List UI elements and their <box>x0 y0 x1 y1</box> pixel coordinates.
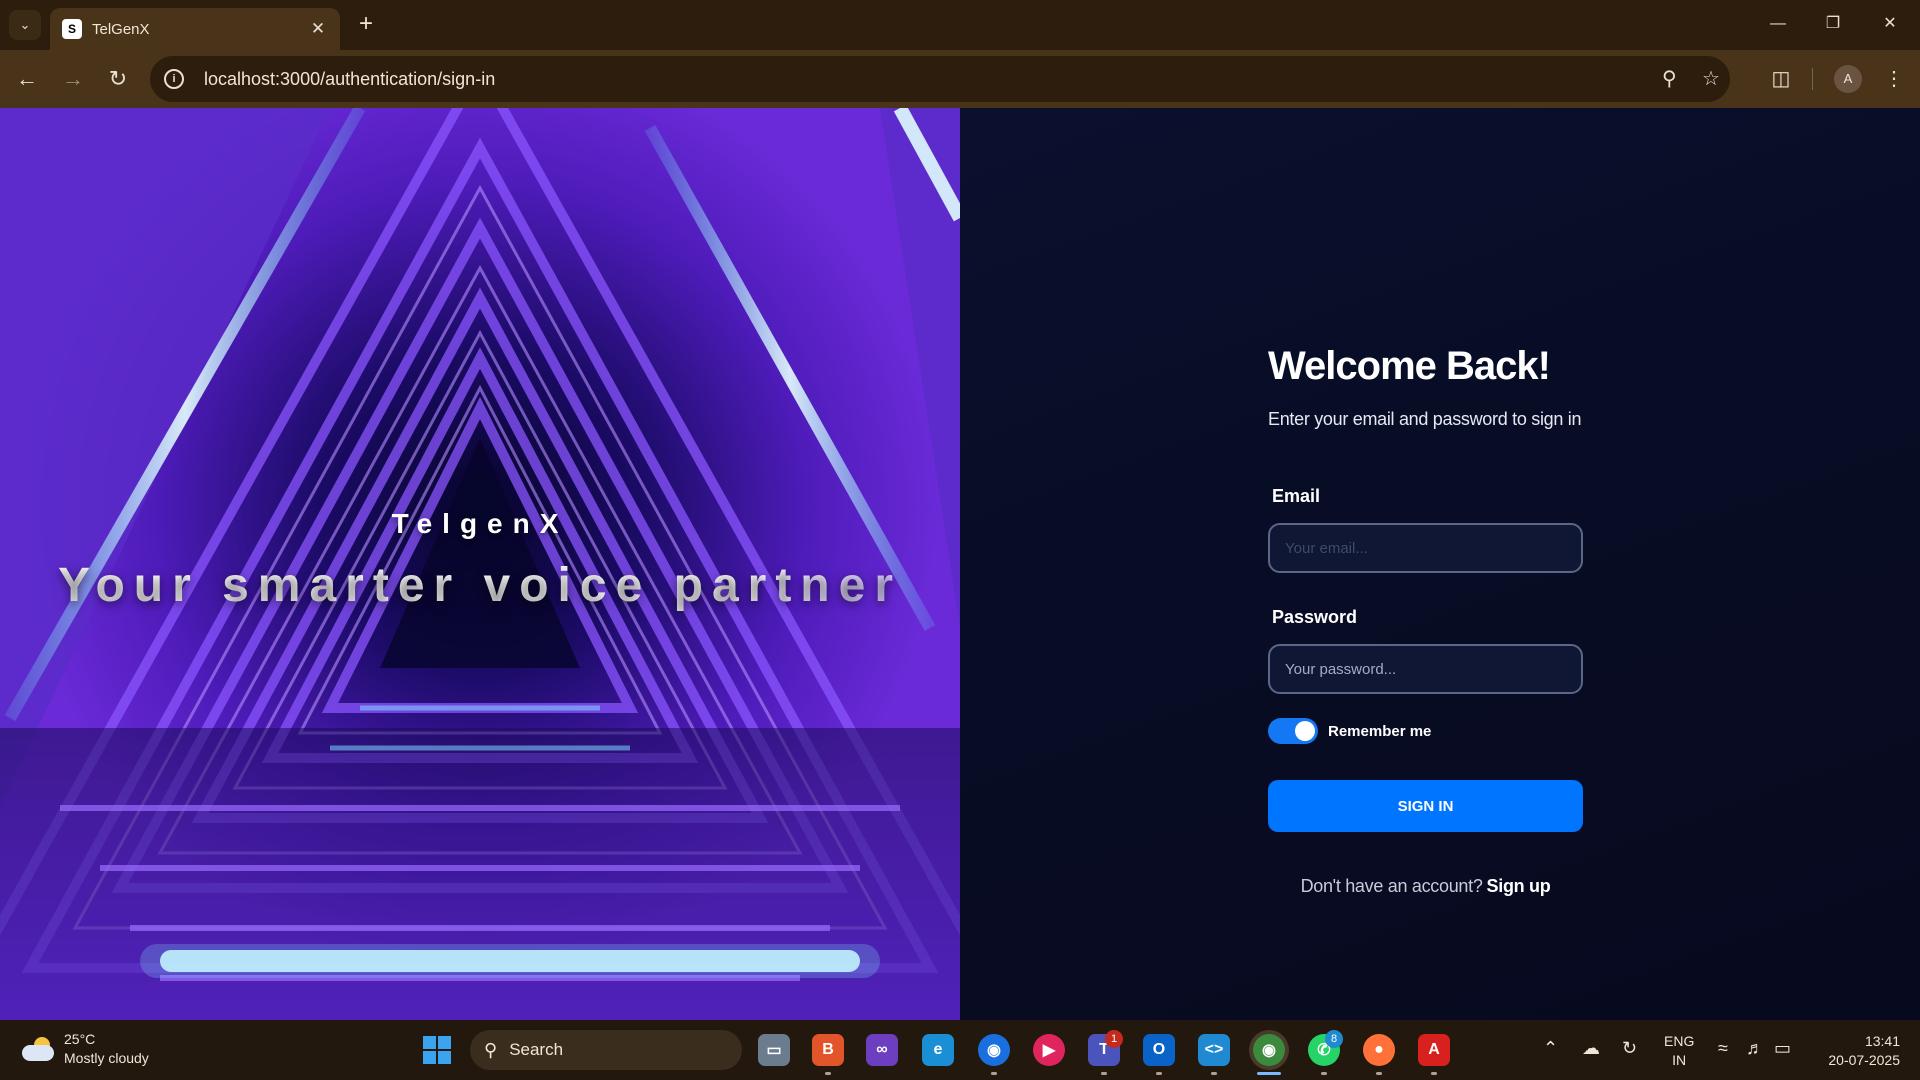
running-indicator <box>991 1072 997 1075</box>
tab-close-icon[interactable]: ✕ <box>308 19 328 39</box>
taskbar: 25°C Mostly cloudy ⚲ Search ▭ B ∞ e ◉ ▶ … <box>0 1020 1920 1080</box>
acrobat-reader-icon[interactable]: A <box>1418 1034 1450 1066</box>
remember-me-label[interactable]: Remember me <box>1328 723 1431 740</box>
password-field-wrapper <box>1268 644 1583 694</box>
restore-icon[interactable]: ❐ <box>1813 8 1853 40</box>
new-tab-plus-icon[interactable]: + <box>352 11 380 37</box>
signup-row: Don't have an account? Sign up <box>1268 876 1583 897</box>
search-label: Search <box>509 1040 564 1059</box>
chevron-up-icon[interactable]: ⌃ <box>1543 1038 1558 1059</box>
extensions-puzzle-icon[interactable]: ◫ <box>1766 64 1796 94</box>
edge-browser-icon[interactable]: e <box>922 1034 954 1066</box>
email-label: Email <box>1272 486 1321 506</box>
browser-tab-strip: ⌄ S TelGenX ✕ + — ❐ ✕ <box>0 0 1920 50</box>
running-indicator <box>825 1072 831 1075</box>
active-indicator <box>1257 1072 1281 1075</box>
teams-badge: 1 <box>1105 1030 1123 1048</box>
running-indicator <box>1156 1072 1162 1075</box>
reload-icon[interactable]: ↻ <box>103 64 133 94</box>
weather-temp: 25°C <box>64 1031 96 1047</box>
sync-icon[interactable]: ↻ <box>1622 1038 1637 1059</box>
remember-me-toggle[interactable] <box>1268 718 1318 744</box>
hero-tagline: Your smarter voice partner <box>0 558 960 613</box>
signup-link[interactable]: Sign up <box>1487 876 1551 896</box>
hero-brand-name: TelgenX <box>391 508 569 539</box>
tab-search-chevron-icon[interactable]: ⌄ <box>9 10 41 40</box>
weather-widget[interactable]: 25°C Mostly cloudy <box>20 1030 149 1068</box>
visual-studio-icon[interactable]: ∞ <box>866 1034 898 1066</box>
browser-tab[interactable]: S TelGenX ✕ <box>50 8 340 50</box>
remember-me-row: Remember me <box>1268 718 1583 744</box>
clock-time: 13:41 <box>1864 1033 1900 1049</box>
site-info-icon[interactable]: i <box>164 69 184 89</box>
battery-icon[interactable]: ▭ <box>1774 1038 1791 1059</box>
chrome-icon[interactable]: ◉ <box>1253 1034 1285 1066</box>
address-bar[interactable]: i localhost:3000/authentication/sign-in … <box>150 56 1730 102</box>
brave-browser-icon[interactable]: B <box>812 1034 844 1066</box>
email-field-wrapper <box>1268 523 1583 573</box>
maps-pin-icon[interactable]: ◉ <box>978 1034 1010 1066</box>
sign-in-form: Welcome Back! Enter your email and passw… <box>1268 344 1583 897</box>
search-icon: ⚲ <box>484 1039 498 1060</box>
region-code: IN <box>1672 1052 1687 1068</box>
running-indicator <box>1211 1072 1217 1075</box>
forward-arrow-icon[interactable]: → <box>58 64 88 94</box>
running-indicator <box>1101 1072 1107 1075</box>
system-clock[interactable]: 13:41 20-07-2025 <box>1812 1032 1900 1070</box>
sign-in-page: TelgenX Your smarter voice partner Welco… <box>0 108 1920 1020</box>
tab-title: TelGenX <box>92 20 150 38</box>
close-window-icon[interactable]: ✕ <box>1870 8 1910 40</box>
vscode-icon[interactable]: <> <box>1198 1034 1230 1066</box>
toolbar-divider <box>1812 68 1813 90</box>
whatsapp-badge: 8 <box>1325 1030 1343 1048</box>
cloud-offline-icon[interactable]: ☁ <box>1582 1038 1600 1059</box>
hero-image-panel: TelgenX Your smarter voice partner <box>0 108 960 1020</box>
form-title: Welcome Back! <box>1268 344 1551 388</box>
media-player-icon[interactable]: ▶ <box>1033 1034 1065 1066</box>
password-label: Password <box>1272 607 1358 627</box>
signup-prompt: Don't have an account? <box>1300 876 1483 896</box>
password-input[interactable] <box>1285 660 1581 678</box>
weather-desc: Mostly cloudy <box>64 1050 149 1066</box>
password-key-icon[interactable]: ⚲ <box>1662 66 1677 91</box>
volume-icon[interactable]: ♬ <box>1746 1038 1764 1059</box>
email-input[interactable] <box>1285 539 1581 557</box>
cloud-weather-icon <box>20 1035 56 1063</box>
browser-menu-icon[interactable]: ⋮ <box>1879 64 1909 94</box>
firefox-icon[interactable]: ● <box>1363 1034 1395 1066</box>
form-subtitle: Enter your email and password to sign in <box>1268 409 1582 429</box>
sign-in-button[interactable]: SIGN IN <box>1268 780 1583 832</box>
running-indicator <box>1431 1072 1437 1075</box>
running-indicator <box>1321 1072 1327 1075</box>
language-code: ENG <box>1664 1033 1695 1049</box>
language-indicator[interactable]: ENG IN <box>1664 1032 1694 1070</box>
outlook-icon[interactable]: O <box>1143 1034 1175 1066</box>
task-view-icon[interactable]: ▭ <box>758 1034 790 1066</box>
clock-date: 20-07-2025 <box>1828 1052 1900 1068</box>
browser-toolbar: ← → ↻ i localhost:3000/authentication/si… <box>0 50 1920 108</box>
tab-favicon-icon: S <box>62 19 82 39</box>
taskbar-search[interactable]: ⚲ Search <box>470 1030 742 1070</box>
toggle-knob <box>1295 721 1315 741</box>
minimize-icon[interactable]: — <box>1758 8 1798 40</box>
back-arrow-icon[interactable]: ← <box>12 64 42 94</box>
profile-avatar[interactable]: A <box>1834 65 1862 93</box>
running-indicator <box>1376 1072 1382 1075</box>
windows-start-icon[interactable] <box>423 1036 451 1064</box>
url-text[interactable]: localhost:3000/authentication/sign-in <box>204 69 495 90</box>
wifi-icon[interactable]: ≈ <box>1718 1038 1728 1059</box>
bookmark-star-icon[interactable]: ☆ <box>1702 66 1720 91</box>
